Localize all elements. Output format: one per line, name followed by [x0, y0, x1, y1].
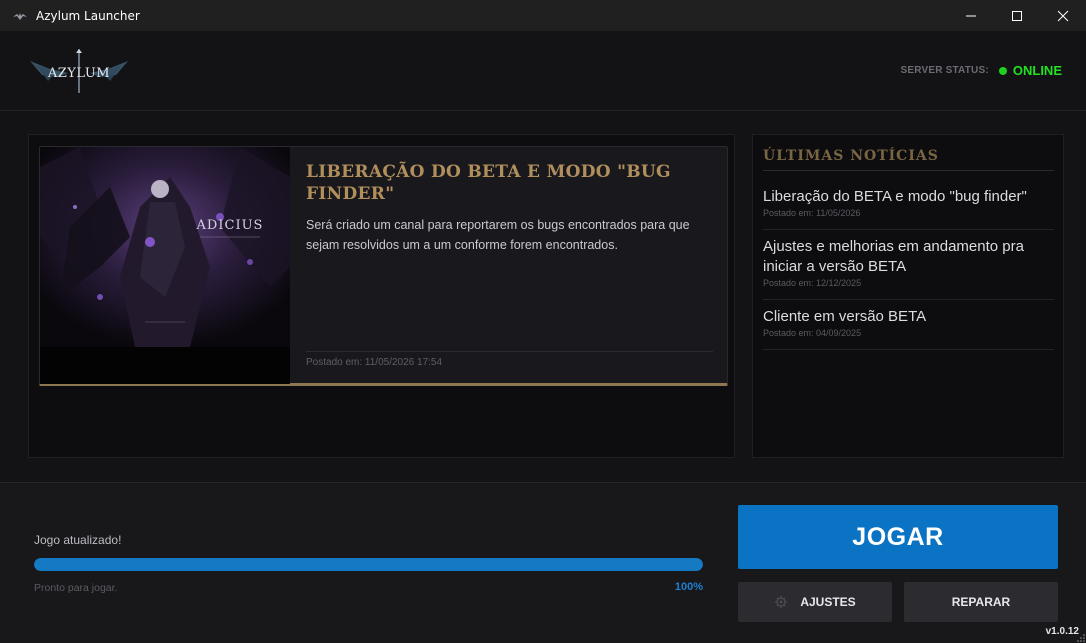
- minimize-icon: [966, 15, 976, 16]
- featured-news-title[interactable]: Liberação do BETA e modo "bug finder": [306, 161, 716, 205]
- news-item-date: Postado em: 04/09/2025: [763, 328, 862, 338]
- latest-news-header: Últimas Notícias: [763, 145, 1054, 171]
- svg-text:ADICIUS: ADICIUS: [196, 218, 264, 233]
- settings-button[interactable]: AJUSTES: [738, 582, 892, 622]
- featured-news-image: ADICIUS: [40, 147, 290, 384]
- news-item-title[interactable]: Liberação do BETA e modo "bug finder": [763, 187, 1054, 207]
- azylum-logo[interactable]: AZYLUM: [28, 47, 130, 95]
- news-item-date: Postado em: 11/05/2026: [763, 208, 861, 218]
- server-status-label: SERVER STATUS:: [900, 65, 989, 76]
- window-titlebar[interactable]: Azylum Launcher: [0, 0, 1086, 31]
- progress-percent: 100%: [674, 581, 703, 593]
- launcher-header: AZYLUM SERVER STATUS: ONLINE: [0, 31, 1086, 111]
- news-list-item[interactable]: Cliente em versão BETA Postado em: 04/09…: [763, 307, 1054, 350]
- play-button[interactable]: JOGAR: [738, 505, 1058, 569]
- news-list-item[interactable]: Ajustes e melhorias em andamento pra ini…: [763, 237, 1054, 300]
- news-list-item[interactable]: Liberação do BETA e modo "bug finder" Po…: [763, 187, 1054, 230]
- close-button[interactable]: [1040, 0, 1086, 31]
- app-icon: [13, 12, 27, 20]
- update-status-label: Jogo atualizado!: [34, 533, 122, 547]
- minimize-button[interactable]: [948, 0, 994, 31]
- window-title: Azylum Launcher: [36, 8, 140, 23]
- settings-button-label: AJUSTES: [800, 595, 856, 609]
- launcher-footer: Jogo atualizado! Pronto para jogar. 100%…: [0, 482, 1086, 643]
- maximize-button[interactable]: [994, 0, 1040, 31]
- featured-news-date: Postado em: 11/05/2026 17:54: [306, 357, 443, 368]
- news-item-title[interactable]: Ajustes e melhorias em andamento pra ini…: [763, 237, 1054, 277]
- svg-text:AZYLUM: AZYLUM: [47, 66, 110, 81]
- maximize-icon: [1012, 10, 1022, 21]
- news-item-date: Postado em: 12/12/2025: [763, 278, 862, 288]
- server-status: SERVER STATUS: ONLINE: [901, 63, 1063, 78]
- news-panel: ADICIUS Liberação do BETA e modo "bug fi…: [28, 134, 735, 458]
- repair-button-label: REPARAR: [951, 595, 1011, 609]
- close-icon: [1057, 10, 1069, 21]
- update-progress-bar: [34, 558, 703, 571]
- news-item-title[interactable]: Cliente em versão BETA: [763, 307, 1054, 327]
- server-status-value: ONLINE: [1012, 63, 1062, 78]
- version-label: v1.0.12: [1045, 626, 1079, 637]
- settings-icon: [775, 596, 788, 608]
- repair-button[interactable]: REPARAR: [904, 582, 1058, 622]
- latest-news-panel: Últimas Notícias Liberação do BETA e mod…: [752, 134, 1064, 458]
- featured-divider: [306, 351, 713, 352]
- update-progress-fill: [34, 558, 703, 571]
- play-button-label: JOGAR: [852, 522, 944, 551]
- status-indicator-icon: [998, 66, 1007, 75]
- ready-status-label: Pronto para jogar.: [34, 582, 118, 594]
- featured-news-text: Será criado um canal para reportarem os …: [306, 218, 690, 252]
- featured-news-card[interactable]: ADICIUS Liberação do BETA e modo "bug fi…: [39, 146, 728, 386]
- latest-news-title: Últimas Notícias: [763, 148, 939, 164]
- resize-grip-icon[interactable]: [1077, 634, 1085, 642]
